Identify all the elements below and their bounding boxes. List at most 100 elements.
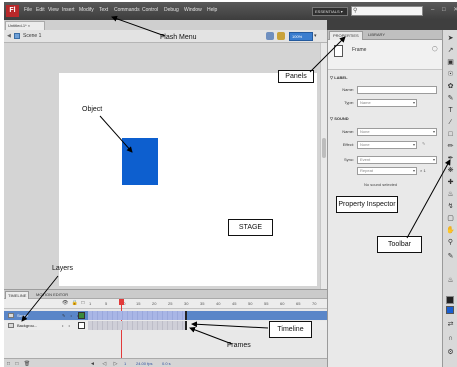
stage[interactable] bbox=[59, 73, 317, 286]
annotation-toolbar: Toolbar bbox=[377, 236, 422, 253]
back-arrow-icon[interactable]: ◀ bbox=[7, 33, 11, 39]
chevron-down-icon: ▾ bbox=[412, 168, 415, 173]
fill-color-swatch[interactable] bbox=[446, 306, 454, 314]
layer-name[interactable]: Scene bbox=[17, 312, 28, 319]
frames-span[interactable] bbox=[88, 311, 187, 320]
help-icon[interactable]: ◯ bbox=[432, 46, 438, 52]
free-transform-tool-icon[interactable]: ▣ bbox=[446, 58, 455, 67]
pen-tool-icon[interactable]: ✎ bbox=[446, 94, 455, 103]
frames-span[interactable] bbox=[88, 321, 187, 330]
text-tool-icon[interactable]: T bbox=[446, 106, 455, 115]
layer-name[interactable]: Backgrou... bbox=[17, 322, 37, 329]
onion-skin-icon[interactable]: ◄ ◁ ▷ bbox=[90, 361, 120, 367]
swap-colors-icon[interactable]: ⇄ bbox=[446, 320, 455, 329]
keyframe-cell[interactable] bbox=[78, 322, 85, 329]
selection-type-label: Frame bbox=[352, 47, 367, 53]
menu-view[interactable]: View bbox=[48, 7, 59, 13]
paint-bucket-tool-icon[interactable]: ♨ bbox=[446, 190, 455, 199]
ruler-number: 1 bbox=[89, 301, 92, 306]
document-tab[interactable]: Untitled-1* × bbox=[5, 21, 45, 30]
sound-sync-select[interactable]: Event ▾ bbox=[357, 156, 437, 164]
line-tool-icon[interactable]: ∕ bbox=[446, 118, 455, 127]
deco-tool-icon[interactable]: ❋ bbox=[446, 166, 455, 175]
layer-icon bbox=[8, 323, 14, 328]
blue-rectangle-object[interactable] bbox=[122, 138, 158, 185]
layer-row[interactable]: Scene ✎ • • bbox=[4, 311, 327, 320]
tab-timeline[interactable]: TIMELINE bbox=[5, 291, 30, 299]
tool-options-icon[interactable]: ⚙ bbox=[446, 348, 455, 357]
end-frame-marker bbox=[185, 311, 187, 320]
window-controls[interactable]: – □ ✕ bbox=[431, 6, 457, 13]
menu-debug[interactable]: Debug bbox=[164, 7, 179, 13]
layer-toggles[interactable]: • • bbox=[62, 322, 72, 329]
tab-library[interactable]: LIBRARY bbox=[365, 31, 388, 40]
vertical-scrollbar[interactable] bbox=[320, 43, 327, 289]
sound-effect-select[interactable]: None ▾ bbox=[357, 141, 417, 149]
stroke-pencil-icon: ✎ bbox=[447, 253, 454, 260]
chevron-down-icon: ▾ bbox=[412, 100, 415, 105]
menu-modify[interactable]: Modify bbox=[79, 7, 94, 13]
sound-section-heading[interactable]: ▽ SOUND bbox=[330, 116, 349, 121]
menu-help[interactable]: Help bbox=[207, 7, 217, 13]
label-section-heading[interactable]: ▽ LABEL bbox=[330, 75, 348, 80]
flash-workspace-window: Fl File Edit View Insert Modify Text Com… bbox=[4, 2, 457, 367]
annotation-object: Object bbox=[82, 106, 103, 113]
rectangle-tool-icon[interactable]: □ bbox=[446, 130, 455, 139]
annotation-flash-menu: Flash Menu bbox=[160, 34, 197, 41]
frame-document-icon bbox=[334, 45, 343, 57]
hand-tool-icon[interactable]: ✋ bbox=[446, 226, 455, 235]
annotation-layers: Layers bbox=[52, 265, 74, 272]
edit-envelope-icon[interactable]: ✎ bbox=[422, 141, 425, 146]
menu-text[interactable]: Text bbox=[99, 7, 108, 13]
zoom-tool-icon[interactable]: ⚲ bbox=[446, 238, 455, 247]
menu-commands[interactable]: Commands bbox=[114, 7, 140, 13]
menu-file[interactable]: File bbox=[24, 7, 32, 13]
menu-bar: Fl File Edit View Insert Modify Text Com… bbox=[4, 2, 457, 20]
tab-motion-editor[interactable]: MOTION EDITOR bbox=[34, 291, 70, 299]
scene-label[interactable]: Scene 1 bbox=[23, 33, 41, 39]
timeline-tab-bar: TIMELINE MOTION EDITOR bbox=[4, 290, 327, 299]
annotation-stage: STAGE bbox=[228, 219, 273, 236]
chevron-down-icon[interactable]: ▾ bbox=[314, 33, 317, 39]
label-type-select[interactable]: Name ▾ bbox=[357, 99, 417, 107]
menu-control[interactable]: Control bbox=[142, 7, 158, 13]
edit-symbol-icon[interactable] bbox=[277, 32, 285, 40]
frame-name-input[interactable] bbox=[357, 86, 437, 94]
menu-insert[interactable]: Insert bbox=[62, 7, 75, 13]
workspace-switcher[interactable]: ESSENTIALS ▾ bbox=[312, 7, 348, 16]
zoom-field[interactable]: 100% bbox=[289, 32, 313, 41]
3d-rotation-tool-icon[interactable]: ☉ bbox=[446, 70, 455, 79]
stroke-color-swatch[interactable] bbox=[446, 296, 454, 304]
lasso-tool-icon[interactable]: ✿ bbox=[446, 82, 455, 91]
timeline-footer: □ □ 🗑 ◄ ◁ ▷ 1 24.00 fps 0.0 s bbox=[4, 358, 327, 367]
eyedropper-tool-icon[interactable]: ↯ bbox=[446, 202, 455, 211]
brush-tool-icon[interactable]: ✒ bbox=[446, 154, 455, 163]
tab-properties[interactable]: PROPERTIES bbox=[329, 31, 363, 40]
search-input[interactable]: ⚲ bbox=[351, 6, 423, 16]
eraser-tool-icon[interactable]: ▢ bbox=[446, 214, 455, 223]
bone-tool-icon[interactable]: ✚ bbox=[446, 178, 455, 187]
document-tab-bar: Untitled-1* × bbox=[4, 20, 327, 30]
scrollbar-thumb[interactable] bbox=[322, 138, 326, 158]
selection-tool-icon[interactable]: ➤ bbox=[446, 34, 455, 43]
sound-sync-value: Event bbox=[360, 157, 371, 162]
menu-edit[interactable]: Edit bbox=[36, 7, 45, 13]
pencil-tool-icon[interactable]: ✏ bbox=[446, 142, 455, 151]
sound-repeat-select[interactable]: Repeat ▾ bbox=[357, 167, 417, 175]
fps-readout[interactable]: 24.00 fps bbox=[136, 361, 152, 366]
new-layer-icon[interactable]: □ □ 🗑 bbox=[7, 361, 32, 367]
edit-scene-icon[interactable] bbox=[266, 32, 274, 40]
properties-tab-bar: PROPERTIES LIBRARY bbox=[328, 30, 443, 40]
subselection-tool-icon[interactable]: ↗ bbox=[446, 46, 455, 55]
ruler-number: 40 bbox=[216, 301, 221, 306]
repeat-count[interactable]: × 1 bbox=[420, 168, 426, 173]
name-field-label: Name: bbox=[342, 87, 354, 92]
ruler-number: 30 bbox=[184, 301, 189, 306]
menu-window[interactable]: Window bbox=[184, 7, 202, 13]
snap-to-objects-icon[interactable]: ∩ bbox=[446, 334, 455, 343]
layer-column-icons[interactable]: 👁 🔒 □ bbox=[62, 300, 85, 306]
timeline-header: 👁 🔒 □ 1 5 10 15 20 25 30 35 40 45 50 55 … bbox=[4, 299, 327, 309]
sound-name-select[interactable]: None ▾ bbox=[357, 128, 437, 136]
keyframe-cell[interactable] bbox=[78, 312, 85, 319]
annotation-panels: Panels bbox=[278, 70, 314, 83]
